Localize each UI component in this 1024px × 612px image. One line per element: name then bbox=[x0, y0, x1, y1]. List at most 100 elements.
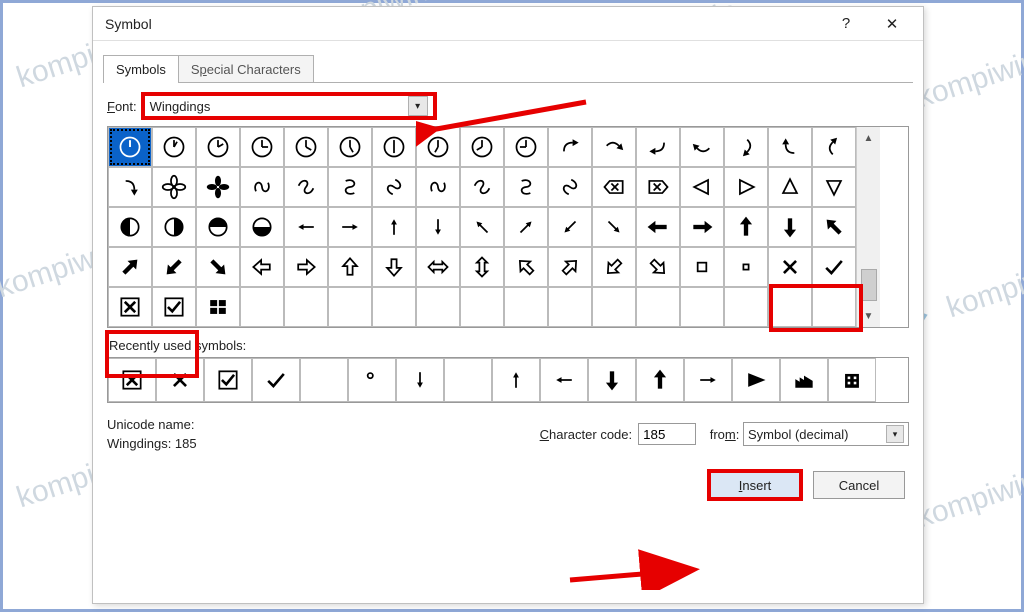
recent-arrow-u-thin[interactable] bbox=[492, 358, 540, 402]
symbol-square-xs[interactable] bbox=[724, 247, 768, 287]
recent-check[interactable] bbox=[252, 358, 300, 402]
symbol-clock3[interactable] bbox=[240, 127, 284, 167]
symbol-loop4[interactable] bbox=[372, 167, 416, 207]
symbol-curve-lu[interactable] bbox=[724, 127, 768, 167]
recent-arrow-d-bold[interactable] bbox=[588, 358, 636, 402]
symbol-arrow-dl[interactable] bbox=[548, 207, 592, 247]
symbol-arrow-d-thin[interactable] bbox=[416, 207, 460, 247]
symbol-arrow-ur-bold[interactable] bbox=[108, 247, 152, 287]
symbol-del-left[interactable] bbox=[592, 167, 636, 207]
recent-boxed-x[interactable] bbox=[108, 358, 156, 402]
symbol-arrow-r-bold[interactable] bbox=[680, 207, 724, 247]
symbol-curve-rd[interactable] bbox=[812, 127, 856, 167]
grid-scrollbar[interactable]: ▲ ▼ bbox=[856, 127, 880, 327]
symbol-curve-dr[interactable] bbox=[548, 127, 592, 167]
symbol-loop6[interactable] bbox=[460, 167, 504, 207]
insert-button[interactable]: Insert bbox=[709, 471, 801, 499]
from-dropdown[interactable]: Symbol (decimal) ▾ bbox=[743, 422, 909, 446]
recent-building[interactable] bbox=[828, 358, 876, 402]
recent-arrow-l-thin[interactable] bbox=[540, 358, 588, 402]
symbol-clock1[interactable] bbox=[152, 127, 196, 167]
symbol-curve-ur[interactable] bbox=[680, 127, 724, 167]
scroll-up-icon[interactable]: ▲ bbox=[858, 127, 880, 149]
symbol-check[interactable] bbox=[812, 247, 856, 287]
symbol-outline-ur[interactable] bbox=[548, 247, 592, 287]
symbol-circle-d[interactable] bbox=[240, 207, 284, 247]
symbol-cross-leaf[interactable] bbox=[152, 167, 196, 207]
font-dropdown[interactable]: Wingdings ▾ bbox=[143, 94, 435, 118]
symbol-curve-ru[interactable] bbox=[768, 127, 812, 167]
symbol-circle-l[interactable] bbox=[108, 207, 152, 247]
symbol-loop7[interactable] bbox=[504, 167, 548, 207]
recent-tri-r-solid[interactable] bbox=[732, 358, 780, 402]
symbol-arrow-ur[interactable] bbox=[504, 207, 548, 247]
symbol-outline-l[interactable] bbox=[240, 247, 284, 287]
symbol-arrow-dr[interactable] bbox=[592, 207, 636, 247]
symbol-clock12[interactable] bbox=[108, 127, 152, 167]
symbol-x-mark[interactable] bbox=[768, 247, 812, 287]
symbol-loop1[interactable] bbox=[240, 167, 284, 207]
scroll-thumb[interactable] bbox=[861, 269, 877, 301]
symbol-arrow-dr-bold[interactable] bbox=[196, 247, 240, 287]
symbol-outline-ul[interactable] bbox=[504, 247, 548, 287]
symbol-tri-r[interactable] bbox=[724, 167, 768, 207]
close-button[interactable]: ✕ bbox=[869, 7, 915, 41]
symbol-outline-u[interactable] bbox=[328, 247, 372, 287]
tab-special-characters[interactable]: Special Characters bbox=[178, 55, 314, 83]
symbol-tri-l[interactable] bbox=[680, 167, 724, 207]
recent-arrow-u-bold[interactable] bbox=[636, 358, 684, 402]
symbol-cross-leaf-fill[interactable] bbox=[196, 167, 240, 207]
symbol-loop5[interactable] bbox=[416, 167, 460, 207]
recent-factory[interactable] bbox=[780, 358, 828, 402]
symbol-loop3[interactable] bbox=[328, 167, 372, 207]
symbol-outline-ud[interactable] bbox=[460, 247, 504, 287]
symbol-arrow-l-thin[interactable] bbox=[284, 207, 328, 247]
symbol-arrow-l-bold[interactable] bbox=[636, 207, 680, 247]
recent-arrow-r-thin[interactable] bbox=[684, 358, 732, 402]
symbol-outline-r[interactable] bbox=[284, 247, 328, 287]
symbol-outline-d[interactable] bbox=[372, 247, 416, 287]
recent-blank[interactable] bbox=[300, 358, 348, 402]
symbol-boxed-x[interactable] bbox=[108, 287, 152, 327]
recent-blank[interactable] bbox=[444, 358, 492, 402]
symbol-clock6[interactable] bbox=[372, 127, 416, 167]
symbol-clock4[interactable] bbox=[284, 127, 328, 167]
help-button[interactable]: ? bbox=[823, 7, 869, 41]
recent-boxed-check[interactable] bbox=[204, 358, 252, 402]
symbol-clock7[interactable] bbox=[416, 127, 460, 167]
symbol-tri-u[interactable] bbox=[768, 167, 812, 207]
symbol-circle-r[interactable] bbox=[152, 207, 196, 247]
symbol-outline-lr[interactable] bbox=[416, 247, 460, 287]
symbol-curve-ld[interactable] bbox=[108, 167, 152, 207]
symbol-arrow-u-thin[interactable] bbox=[372, 207, 416, 247]
recent-degree[interactable] bbox=[348, 358, 396, 402]
symbol-tri-d[interactable] bbox=[812, 167, 856, 207]
symbol-arrow-ul[interactable] bbox=[460, 207, 504, 247]
symbol-arrow-dl-bold[interactable] bbox=[152, 247, 196, 287]
recent-x-mark[interactable] bbox=[156, 358, 204, 402]
symbol-del-right[interactable] bbox=[636, 167, 680, 207]
symbol-clock9[interactable] bbox=[504, 127, 548, 167]
symbol-arrow-u-bold[interactable] bbox=[724, 207, 768, 247]
symbol-square-sm[interactable] bbox=[680, 247, 724, 287]
symbol-clock2[interactable] bbox=[196, 127, 240, 167]
scroll-down-icon[interactable]: ▼ bbox=[858, 305, 880, 327]
cancel-button[interactable]: Cancel bbox=[813, 471, 905, 499]
symbol-clock5[interactable] bbox=[328, 127, 372, 167]
recent-arrow-d-thin[interactable] bbox=[396, 358, 444, 402]
symbol-circle-u[interactable] bbox=[196, 207, 240, 247]
symbol-boxed-check[interactable] bbox=[152, 287, 196, 327]
symbol-arrow-ul-bold[interactable] bbox=[812, 207, 856, 247]
symbol-arrow-r-thin[interactable] bbox=[328, 207, 372, 247]
charcode-input[interactable] bbox=[638, 423, 696, 445]
symbol-loop8[interactable] bbox=[548, 167, 592, 207]
symbol-arrow-d-bold[interactable] bbox=[768, 207, 812, 247]
symbol-windows[interactable] bbox=[196, 287, 240, 327]
symbol-curve-dd[interactable] bbox=[592, 127, 636, 167]
tab-symbols[interactable]: Symbols bbox=[103, 55, 179, 83]
symbol-outline-dr[interactable] bbox=[636, 247, 680, 287]
symbol-curve-ul[interactable] bbox=[636, 127, 680, 167]
symbol-clock8[interactable] bbox=[460, 127, 504, 167]
symbol-outline-dl[interactable] bbox=[592, 247, 636, 287]
symbol-loop2[interactable] bbox=[284, 167, 328, 207]
